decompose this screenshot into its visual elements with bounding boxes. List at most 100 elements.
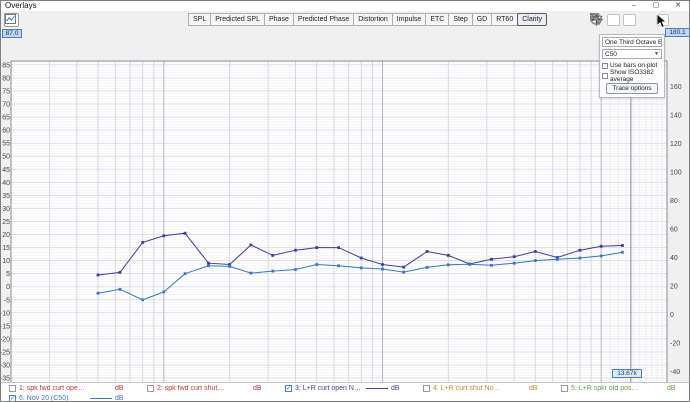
clarity-chart[interactable]: 8580757065605550454035302520151050-5-10-… xyxy=(1,28,690,402)
window-controls: – ▢ ✕ xyxy=(623,1,689,11)
tab-rt60[interactable]: RT60 xyxy=(491,13,518,26)
svg-text:70: 70 xyxy=(2,102,10,109)
blank-graph-icon[interactable] xyxy=(607,14,620,26)
close-button[interactable]: ✕ xyxy=(667,1,689,11)
legend-entry: ✓3: L+R curt open No... (C50) dB xyxy=(277,385,415,392)
trace-visibility-checkbox[interactable] xyxy=(561,385,568,392)
trace-visibility-checkbox[interactable]: ✓ xyxy=(285,385,292,392)
bands-combo-value: One Third Octave Bands xyxy=(605,39,662,46)
svg-text:55: 55 xyxy=(2,141,10,148)
svg-text:-20: -20 xyxy=(670,341,680,348)
trace-visibility-checkbox[interactable] xyxy=(9,385,16,392)
svg-text:100: 100 xyxy=(670,170,682,177)
tab-spl[interactable]: SPL xyxy=(188,13,211,26)
svg-text:40: 40 xyxy=(2,180,10,187)
svg-text:80: 80 xyxy=(670,198,678,205)
trace-unit: dB xyxy=(115,395,131,402)
plot-area[interactable]: 8580757065605550454035302520151050-5-10-… xyxy=(1,28,690,382)
svg-text:60: 60 xyxy=(2,128,10,135)
trace-label[interactable]: 1: spk fwd curt open ... (C50) xyxy=(19,385,87,392)
capture-graph-button[interactable] xyxy=(4,13,19,27)
svg-text:65: 65 xyxy=(2,115,10,122)
trace-unit: dB xyxy=(529,385,545,392)
graph-tabstrip: SPLPredicted SPLPhasePredicted PhaseDist… xyxy=(189,13,547,26)
svg-text:-5: -5 xyxy=(4,297,10,304)
trace-label[interactable]: 2: spk fwd curt shut ... (C50) xyxy=(157,385,225,392)
legend-entry: 5: L+R spkr old pos ... (C50) dB xyxy=(553,385,690,392)
move-crosshair-icon[interactable] xyxy=(639,14,653,27)
tab-distortion[interactable]: Distortion xyxy=(353,13,393,26)
clarity-options-panel: One Third Octave Bands ▼ C50 ▼ Use bars … xyxy=(599,34,665,98)
legend-entry: ✓6: Nov 20 (C50) dB xyxy=(1,395,139,402)
bands-combo[interactable]: One Third Octave Bands ▼ xyxy=(602,37,662,47)
trace-label[interactable]: 5: L+R spkr old pos ... (C50) xyxy=(571,385,639,392)
svg-text:25: 25 xyxy=(2,219,10,226)
svg-text:160: 160 xyxy=(670,84,682,91)
trace-options-button[interactable]: Trace options xyxy=(606,83,658,94)
svg-text:0: 0 xyxy=(6,284,10,291)
svg-text:40: 40 xyxy=(670,255,678,262)
svg-text:-10: -10 xyxy=(1,310,10,317)
svg-text:20: 20 xyxy=(670,284,678,291)
svg-text:0: 0 xyxy=(670,312,674,319)
svg-text:120: 120 xyxy=(670,141,682,148)
svg-text:10: 10 xyxy=(2,258,10,265)
iso3382-average-checkbox[interactable] xyxy=(602,73,608,79)
trace-unit: dB xyxy=(115,385,131,392)
cursor-frequency-field[interactable]: 13.67k xyxy=(612,369,642,378)
trace-unit: dB xyxy=(667,385,683,392)
metric-combo-value: C50 xyxy=(605,51,617,58)
svg-text:50: 50 xyxy=(2,154,10,161)
legend-entry: 1: spk fwd curt open ... (C50) dB xyxy=(1,385,139,392)
tab-predicted-phase[interactable]: Predicted Phase xyxy=(293,13,354,26)
window-title: Overlays xyxy=(5,1,37,10)
circle-icon[interactable] xyxy=(672,14,686,27)
svg-text:140: 140 xyxy=(670,113,682,120)
trace-label[interactable]: 6: Nov 20 (C50) xyxy=(19,395,68,402)
svg-text:-20: -20 xyxy=(1,336,10,343)
tab-etc[interactable]: ETC xyxy=(425,13,449,26)
use-bars-checkbox[interactable] xyxy=(602,63,608,69)
svg-text:15: 15 xyxy=(2,245,10,252)
overlays-window: Overlays – ▢ ✕ SPLPredicted SPLPhasePred… xyxy=(0,0,690,402)
trace-visibility-checkbox[interactable]: ✓ xyxy=(9,395,16,402)
svg-text:-30: -30 xyxy=(1,362,10,369)
title-bar[interactable]: Overlays – ▢ ✕ xyxy=(1,1,689,11)
tab-impulse[interactable]: Impulse xyxy=(392,13,427,26)
left-axis-top-limit-field[interactable]: 87.0 xyxy=(2,29,22,38)
trace-line-sample xyxy=(90,398,112,399)
svg-text:45: 45 xyxy=(2,167,10,174)
maximize-button[interactable]: ▢ xyxy=(645,1,667,11)
minimize-button[interactable]: – xyxy=(623,1,645,11)
svg-text:-40: -40 xyxy=(670,369,680,376)
right-axis-top-limit-field[interactable]: 180.1 xyxy=(665,28,690,37)
svg-text:35: 35 xyxy=(2,193,10,200)
legend-entry: 2: spk fwd curt shut ... (C50) dB xyxy=(139,385,277,392)
trace-line-sample xyxy=(366,388,388,389)
svg-text:5: 5 xyxy=(6,271,10,278)
legend-entry: 4: L+R curt shut Nov ... (C50) dB xyxy=(415,385,553,392)
tab-step[interactable]: Step xyxy=(448,13,472,26)
trace-label[interactable]: 4: L+R curt shut Nov ... (C50) xyxy=(433,385,501,392)
metric-combo[interactable]: C50 ▼ xyxy=(602,49,662,59)
svg-text:20: 20 xyxy=(2,232,10,239)
tab-predicted-spl[interactable]: Predicted SPL xyxy=(210,13,265,26)
svg-text:75: 75 xyxy=(2,89,10,96)
toolbar: SPLPredicted SPLPhasePredicted PhaseDist… xyxy=(1,11,689,28)
trace-unit: dB xyxy=(253,385,269,392)
svg-text:-15: -15 xyxy=(1,323,10,330)
tab-clarity[interactable]: Clarity xyxy=(517,13,547,26)
trace-visibility-checkbox[interactable] xyxy=(423,385,430,392)
svg-text:60: 60 xyxy=(670,227,678,234)
octave-bars-icon[interactable] xyxy=(623,14,636,26)
tab-gd[interactable]: GD xyxy=(472,13,493,26)
trace-label[interactable]: 3: L+R curt open No... (C50) xyxy=(295,385,363,392)
svg-text:80: 80 xyxy=(2,75,10,82)
tab-phase[interactable]: Phase xyxy=(264,13,294,26)
toolbar-right-icons xyxy=(590,13,686,27)
trace-visibility-checkbox[interactable] xyxy=(147,385,154,392)
chevron-down-icon: ▼ xyxy=(654,51,659,57)
svg-text:85: 85 xyxy=(2,62,10,69)
svg-text:-25: -25 xyxy=(1,349,10,356)
trace-unit: dB xyxy=(391,385,407,392)
